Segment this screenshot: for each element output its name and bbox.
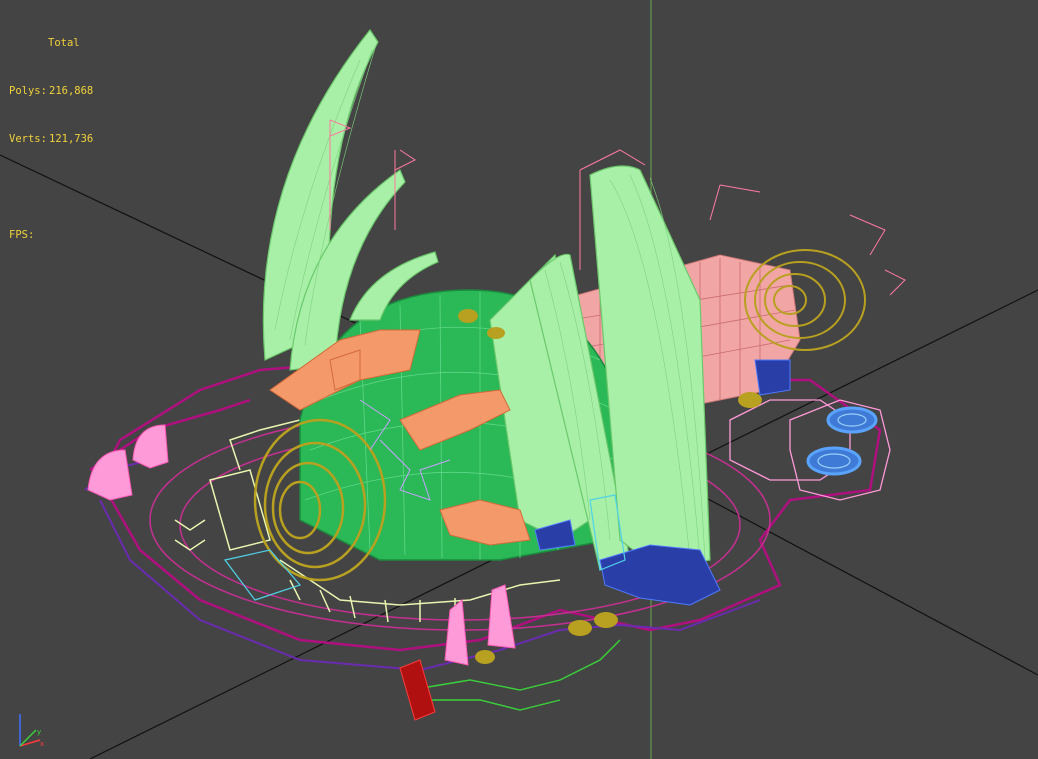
stats-title: Total xyxy=(48,37,80,49)
stats-gap xyxy=(9,179,93,195)
polys-value: 216,868 xyxy=(49,85,94,97)
red-switch xyxy=(399,659,436,721)
svg-text:x: x xyxy=(40,740,44,748)
circuit-traces xyxy=(409,639,621,711)
verts-label: Verts: xyxy=(9,133,47,145)
fps-label: FPS: xyxy=(9,229,35,241)
polys-row: Polys: 216,868 xyxy=(9,83,93,99)
verts-row: Verts: 121,736 xyxy=(9,131,93,147)
verts-value: 121,736 xyxy=(49,133,94,145)
svg-text:y: y xyxy=(37,728,41,736)
wireframe-scene[interactable] xyxy=(0,0,1038,759)
fps-row: FPS: xyxy=(9,227,93,243)
polys-label: Polys: xyxy=(9,85,47,97)
axis-gizmo-icon: y x xyxy=(19,714,44,748)
viewport-statistics: Total Polys: 216,868 Verts: 121,736 FPS: xyxy=(9,3,93,275)
viewport-perspective[interactable]: Total Polys: 216,868 Verts: 121,736 FPS:… xyxy=(0,0,1038,759)
